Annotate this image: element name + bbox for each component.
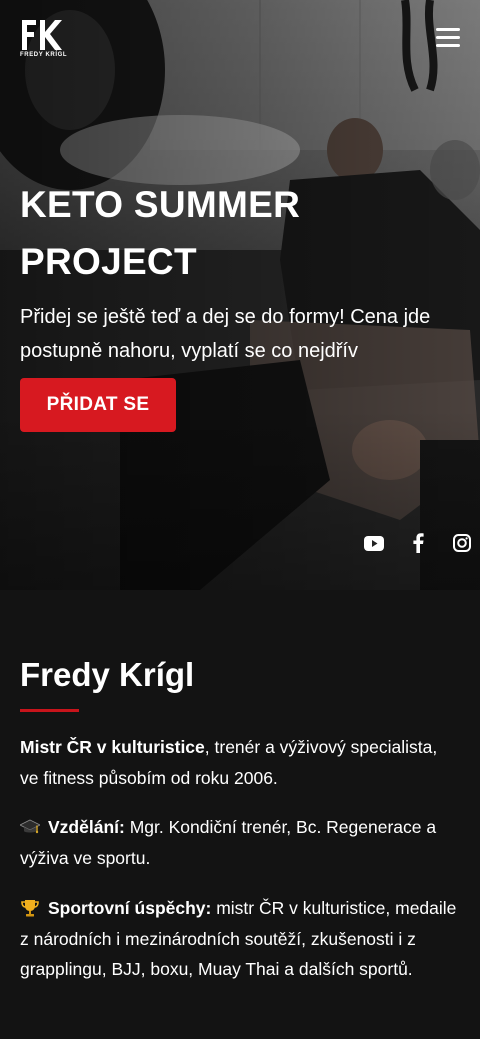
fk-logo-icon xyxy=(22,20,62,50)
facebook-icon[interactable] xyxy=(396,531,440,555)
social-links xyxy=(352,531,480,555)
title-underline xyxy=(20,709,79,712)
about-item-bold: Mistr ČR v kulturistice xyxy=(20,737,205,757)
trophy-icon xyxy=(21,900,39,917)
about-title: Fredy Krígl xyxy=(20,656,195,693)
about-item-bold: Sportovní úspěchy: xyxy=(48,898,212,918)
hero-bottom-gradient xyxy=(0,410,480,590)
about-item: Vzdělání: Mgr. Kondiční trenér, Bc. Rege… xyxy=(20,812,460,873)
graduation-cap-icon xyxy=(20,819,40,834)
hero-text: Přidej se ještě teď a dej se do formy! C… xyxy=(20,306,431,362)
about-section: Fredy Krígl Mistr ČR v kulturistice, tre… xyxy=(0,590,480,1039)
instagram-icon[interactable] xyxy=(440,531,480,555)
about-item-bold: Vzdělání: xyxy=(48,817,125,837)
hamburger-menu-icon[interactable] xyxy=(436,28,460,48)
youtube-icon[interactable] xyxy=(352,531,396,555)
logo-subtitle: FREDY KRÍGL xyxy=(20,52,68,58)
hero-section: FREDY KRÍGL KETO SUMMER PROJECT Přidej s… xyxy=(0,0,480,590)
about-item: Sportovní úspěchy: mistr ČR v kulturisti… xyxy=(20,893,460,985)
hero-title: KETO SUMMER PROJECT xyxy=(20,184,301,282)
about-item: Mistr ČR v kulturistice, trenér a výživo… xyxy=(20,732,460,793)
join-button[interactable]: PŘIDAT SE xyxy=(20,378,176,432)
